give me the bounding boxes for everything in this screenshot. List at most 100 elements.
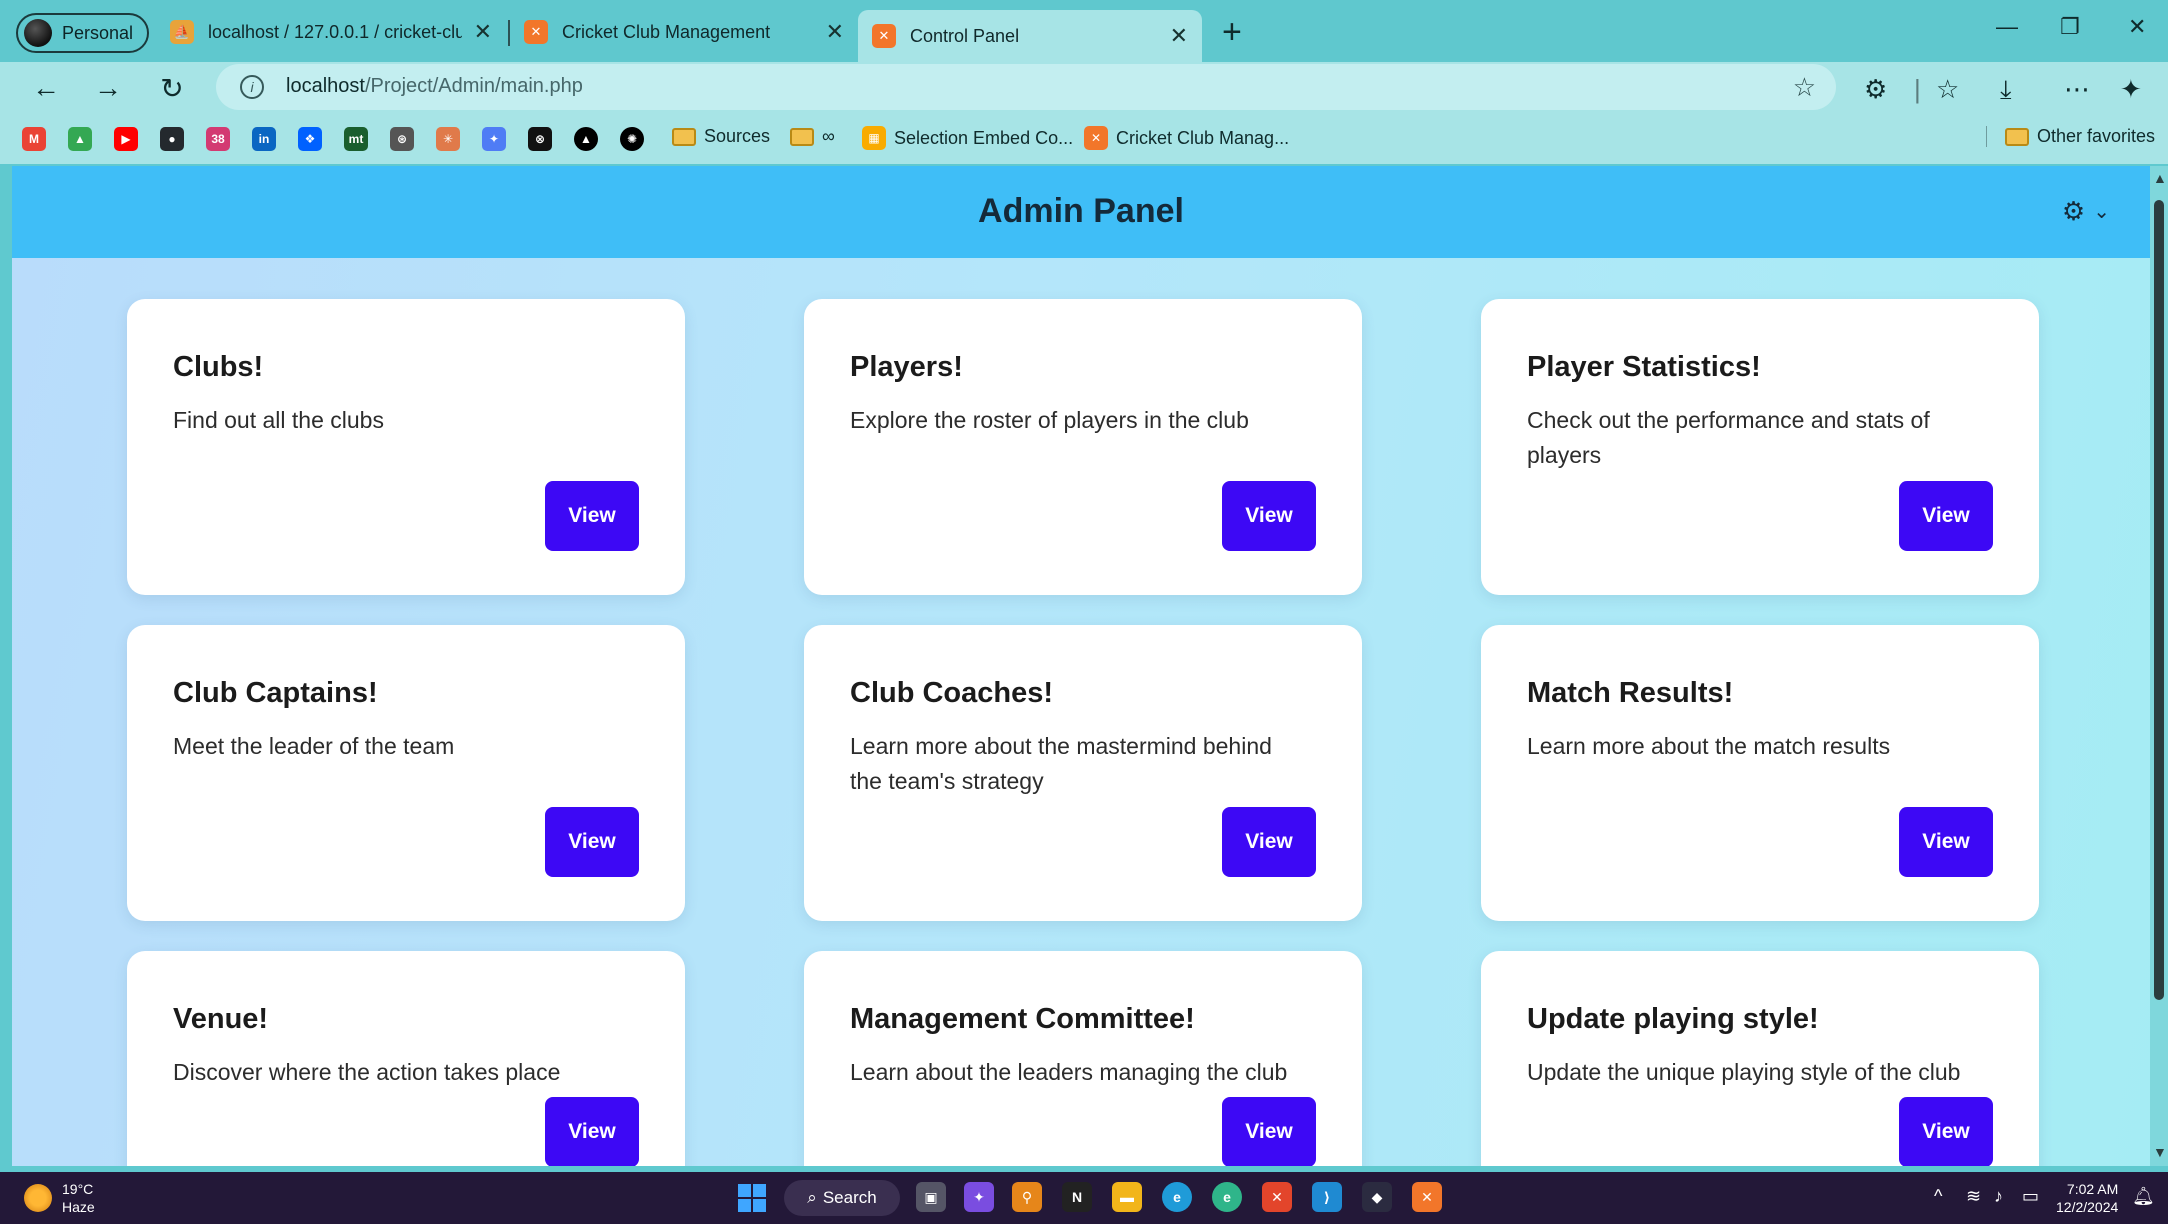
edge-dev-icon[interactable]: e bbox=[1212, 1182, 1242, 1212]
avatar bbox=[24, 19, 52, 47]
view-player-statistics-button[interactable]: View bbox=[1899, 481, 1993, 551]
bookmark-cricket-club[interactable]: ✕ Cricket Club Manag... bbox=[1084, 126, 1289, 150]
dropbox-icon[interactable]: ❖ bbox=[298, 127, 322, 151]
openai-icon[interactable]: ⊛ bbox=[390, 127, 414, 151]
battery-icon[interactable]: ▭ bbox=[2022, 1186, 2039, 1207]
minimize-icon[interactable]: — bbox=[1996, 14, 2018, 40]
start-button[interactable] bbox=[738, 1184, 766, 1212]
gemini-icon[interactable]: ✦ bbox=[482, 127, 506, 151]
volume-icon[interactable]: ♪ bbox=[1994, 1186, 2003, 1207]
reload-icon[interactable]: ↻ bbox=[154, 70, 190, 106]
url-text: localhost/Project/Admin/main.php bbox=[286, 75, 583, 97]
system-clock[interactable]: 7:02 AM 12/2/2024 bbox=[2056, 1180, 2118, 1216]
navigation-bar: ← → ↻ i localhost/Project/Admin/main.php… bbox=[0, 62, 2168, 114]
forward-icon[interactable]: → bbox=[90, 70, 126, 106]
weather-condition: Haze bbox=[62, 1199, 95, 1215]
wifi-icon[interactable]: ≋ bbox=[1966, 1186, 1981, 1207]
vercel-icon[interactable]: ▲ bbox=[574, 127, 598, 151]
search-app-icon[interactable]: ⚲ bbox=[1012, 1182, 1042, 1212]
tab-phpmyadmin[interactable]: ⛵ localhost / 127.0.0.1 / cricket-club ✕ bbox=[156, 10, 506, 54]
linkedin-icon[interactable]: in bbox=[252, 127, 276, 151]
toolbar-divider: | bbox=[1914, 74, 1921, 104]
more-icon[interactable]: ⋯ bbox=[2064, 74, 2090, 105]
colab-icon: ▦ bbox=[862, 126, 886, 150]
tab-title: Control Panel bbox=[910, 25, 1020, 46]
google-drive-icon[interactable]: ▲ bbox=[68, 127, 92, 151]
view-management-committee-button[interactable]: View bbox=[1222, 1097, 1316, 1166]
download-icon[interactable]: ⤓ bbox=[2000, 74, 2012, 106]
close-icon[interactable]: ✕ bbox=[1170, 23, 1188, 49]
view-update-playing-style-button[interactable]: View bbox=[1899, 1097, 1993, 1166]
scroll-down-icon[interactable]: ▼ bbox=[2153, 1144, 2167, 1160]
task-view-icon[interactable]: ▣ bbox=[916, 1182, 946, 1212]
tab-title: localhost / 127.0.0.1 / cricket-club bbox=[208, 21, 462, 42]
notification-bell-icon[interactable]: 🔔︎ bbox=[2132, 1186, 2155, 1207]
tab-title: Cricket Club Management bbox=[562, 21, 771, 42]
profile-button[interactable]: Personal bbox=[16, 13, 150, 53]
notification-icon[interactable]: 38 bbox=[206, 127, 230, 151]
page-scrollbar[interactable]: ▲ ▼ bbox=[2150, 166, 2168, 1166]
card-management-committee: Management Committee! Learn about the le… bbox=[804, 951, 1362, 1166]
profile-label: Personal bbox=[62, 22, 134, 43]
card-title: Player Statistics! bbox=[1527, 351, 1761, 383]
address-bar[interactable]: i localhost/Project/Admin/main.php ☆ bbox=[216, 64, 1836, 110]
xampp-control-icon[interactable]: ✕ bbox=[1262, 1182, 1292, 1212]
notion-icon[interactable]: N bbox=[1062, 1182, 1092, 1212]
back-icon[interactable]: ← bbox=[28, 70, 64, 106]
card-title: Club Coaches! bbox=[850, 677, 1054, 709]
card-update-playing-style: Update playing style! Update the unique … bbox=[1481, 951, 2039, 1166]
card-title: Clubs! bbox=[173, 351, 264, 383]
scroll-up-icon[interactable]: ▲ bbox=[2153, 170, 2167, 186]
star-icon[interactable]: ☆ bbox=[1793, 72, 1816, 103]
card-players: Players! Explore the roster of players i… bbox=[804, 299, 1362, 595]
favorites-icon[interactable]: ☆ bbox=[1936, 74, 1959, 105]
card-description: Find out all the clubs bbox=[173, 407, 384, 433]
extensions-icon[interactable]: ⚙ bbox=[1864, 74, 1887, 105]
gmail-icon[interactable]: M bbox=[22, 127, 46, 151]
bookmark-folder-infinity[interactable]: ∞ bbox=[790, 126, 835, 147]
edge-icon[interactable]: e bbox=[1162, 1182, 1192, 1212]
vscode-icon[interactable]: ⟩ bbox=[1312, 1182, 1342, 1212]
view-players-button[interactable]: View bbox=[1222, 481, 1316, 551]
close-icon[interactable]: ✕ bbox=[826, 19, 844, 45]
bookmark-icon[interactable]: ⊗ bbox=[528, 127, 552, 151]
youtube-icon[interactable]: ▶ bbox=[114, 127, 138, 151]
weather-sun-icon bbox=[24, 1184, 52, 1212]
restore-icon[interactable]: ❐ bbox=[2060, 14, 2080, 40]
davinci-icon[interactable]: ◆ bbox=[1362, 1182, 1392, 1212]
mt-icon[interactable]: mt bbox=[344, 127, 368, 151]
weather-widget[interactable]: 19°C Haze bbox=[24, 1180, 95, 1216]
view-club-coaches-button[interactable]: View bbox=[1222, 807, 1316, 877]
xampp-taskbar-icon[interactable]: ✕ bbox=[1412, 1182, 1442, 1212]
chevron-up-icon[interactable]: ^ bbox=[1934, 1186, 1942, 1207]
view-clubs-button[interactable]: View bbox=[545, 481, 639, 551]
tab-cricket-club-management[interactable]: ✕ Cricket Club Management ✕ bbox=[510, 10, 858, 54]
os-taskbar: 19°C Haze ⌕ Search ▣ ✦ ⚲ N ▬ e e ✕ ⟩ ◆ ✕… bbox=[0, 1172, 2168, 1224]
info-icon[interactable]: i bbox=[240, 75, 264, 99]
view-match-results-button[interactable]: View bbox=[1899, 807, 1993, 877]
card-description: Learn more about the match results bbox=[1527, 733, 1891, 759]
settings-dropdown[interactable]: ⚙ ⌄ bbox=[2062, 196, 2110, 227]
copilot-app-icon[interactable]: ✦ bbox=[964, 1182, 994, 1212]
view-club-captains-button[interactable]: View bbox=[545, 807, 639, 877]
card-title: Management Committee! bbox=[850, 1003, 1195, 1035]
new-tab-button[interactable]: + bbox=[1222, 12, 1242, 52]
copilot-icon[interactable]: ✦ bbox=[2120, 74, 2142, 105]
file-explorer-icon[interactable]: ▬ bbox=[1112, 1182, 1142, 1212]
perplexity-icon[interactable]: ✺ bbox=[620, 127, 644, 151]
tab-control-panel[interactable]: ✕ Control Panel ✕ bbox=[858, 10, 1202, 62]
phpmyadmin-icon: ⛵ bbox=[170, 20, 194, 44]
temperature: 19°C bbox=[62, 1181, 94, 1197]
other-favorites[interactable]: Other favorites bbox=[1986, 126, 2155, 147]
bookmark-selection-embed[interactable]: ▦ Selection Embed Co... bbox=[862, 126, 1073, 150]
close-window-icon[interactable]: ✕ bbox=[2128, 14, 2146, 40]
close-icon[interactable]: ✕ bbox=[474, 19, 492, 45]
card-match-results: Match Results! Learn more about the matc… bbox=[1481, 625, 2039, 921]
github-icon[interactable]: ● bbox=[160, 127, 184, 151]
bookmark-folder-sources[interactable]: Sources bbox=[672, 126, 770, 147]
scrollbar-thumb[interactable] bbox=[2154, 200, 2164, 1000]
claude-icon[interactable]: ✳ bbox=[436, 127, 460, 151]
view-venue-button[interactable]: View bbox=[545, 1097, 639, 1166]
taskbar-search[interactable]: ⌕ Search bbox=[784, 1180, 900, 1216]
card-club-captains: Club Captains! Meet the leader of the te… bbox=[127, 625, 685, 921]
